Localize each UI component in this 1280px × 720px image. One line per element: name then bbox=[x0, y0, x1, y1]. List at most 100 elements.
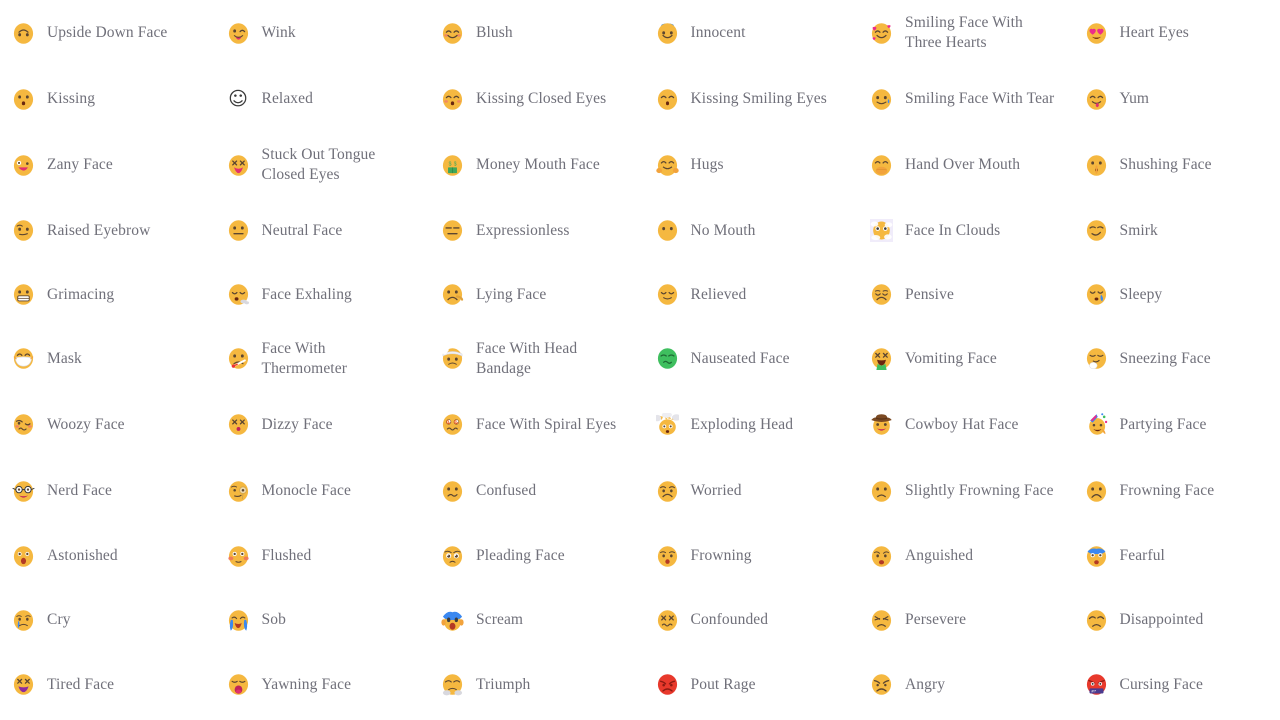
emoji-item[interactable]: Sleepy bbox=[1073, 263, 1280, 326]
emoji-item[interactable]: Blush bbox=[429, 0, 644, 66]
emoji-item[interactable]: Kissing Smiling Eyes bbox=[644, 66, 859, 132]
face-with-spiral-eyes-icon bbox=[441, 413, 464, 436]
partying-face-icon bbox=[1085, 413, 1108, 436]
emoji-label: Smiling Face With Three Hearts bbox=[905, 14, 1023, 51]
emoji-item[interactable]: Pleading Face bbox=[429, 524, 644, 588]
emoji-item[interactable]: Confused bbox=[429, 458, 644, 524]
emoji-item[interactable]: Frowning bbox=[644, 524, 859, 588]
emoji-item[interactable]: Hugs bbox=[644, 132, 859, 198]
no-mouth-icon bbox=[656, 219, 679, 242]
emoji-label: Smirk bbox=[1119, 221, 1158, 239]
emoji-label: Smiling Face With Tear bbox=[905, 90, 1055, 107]
emoji-item[interactable]: Smiling Face With Three Hearts bbox=[858, 0, 1073, 66]
lying-face-icon bbox=[441, 283, 464, 306]
emoji-item[interactable]: Innocent bbox=[644, 0, 859, 66]
emoji-item[interactable]: Neutral Face bbox=[215, 198, 430, 263]
emoji-item[interactable]: Yawning Face bbox=[215, 652, 430, 717]
emoji-item[interactable]: Anguished bbox=[858, 524, 1073, 588]
cursing-face-icon: #!* bbox=[1085, 673, 1108, 696]
emoji-item[interactable]: Pout Rage bbox=[644, 652, 859, 717]
emoji-item[interactable]: Raised Eyebrow bbox=[0, 198, 215, 263]
emoji-item[interactable]: Yum bbox=[1073, 66, 1280, 132]
emoji-label: Dizzy Face bbox=[261, 415, 333, 433]
emoji-item[interactable]: No Mouth bbox=[644, 198, 859, 263]
emoji-label: Zany Face bbox=[47, 156, 113, 173]
emoji-item[interactable]: Upside Down Face bbox=[0, 0, 215, 66]
emoji-item[interactable]: Slightly Frowning Face bbox=[858, 458, 1073, 524]
emoji-item[interactable]: Heart Eyes bbox=[1073, 0, 1280, 66]
scream-icon bbox=[441, 609, 464, 632]
emoji-item[interactable]: Disappointed bbox=[1073, 588, 1280, 652]
hand-over-mouth-icon bbox=[870, 154, 893, 177]
emoji-label: Frowning Face bbox=[1119, 482, 1215, 499]
emoji-label: Persevere bbox=[905, 611, 967, 628]
emoji-item[interactable]: $ $ Money Mouth Face bbox=[429, 132, 644, 198]
emoji-item[interactable]: Scream bbox=[429, 588, 644, 652]
emoji-item[interactable]: Monocle Face bbox=[215, 458, 430, 524]
emoji-item[interactable]: Partying Face bbox=[1073, 391, 1280, 458]
emoji-item[interactable]: Angry bbox=[858, 652, 1073, 717]
emoji-label: Stuck Out Tongue Closed Eyes bbox=[261, 146, 376, 183]
emoji-item[interactable]: Exploding Head bbox=[644, 391, 859, 458]
emoji-item[interactable]: Face In Clouds bbox=[858, 198, 1073, 263]
emoji-item[interactable]: Worried bbox=[644, 458, 859, 524]
emoji-label: Tired Face bbox=[47, 675, 115, 693]
monocle-face-icon bbox=[227, 480, 250, 503]
emoji-item[interactable]: Hand Over Mouth bbox=[858, 132, 1073, 198]
emoji-item[interactable]: Sneezing Face bbox=[1073, 326, 1280, 391]
emoji-label: Worried bbox=[690, 482, 742, 499]
emoji-item[interactable]: Fearful bbox=[1073, 524, 1280, 588]
emoji-item[interactable]: Sob bbox=[215, 588, 430, 652]
emoji-item[interactable]: Face With Spiral Eyes bbox=[429, 391, 644, 458]
emoji-label: Yawning Face bbox=[261, 675, 352, 693]
emoji-item[interactable]: Face With Thermometer bbox=[215, 326, 430, 391]
neutral-face-icon bbox=[227, 219, 250, 242]
expressionless-icon bbox=[441, 219, 464, 242]
svg-text:$: $ bbox=[449, 161, 452, 167]
emoji-item[interactable]: Woozy Face bbox=[0, 391, 215, 458]
emoji-item[interactable]: Dizzy Face bbox=[215, 391, 430, 458]
emoji-item[interactable]: Smirk bbox=[1073, 198, 1280, 263]
svg-text:$: $ bbox=[454, 161, 457, 167]
emoji-item[interactable]: ☺ Relaxed bbox=[215, 66, 430, 132]
emoji-item[interactable]: Pensive bbox=[858, 263, 1073, 326]
emoji-item[interactable]: #!* Cursing Face bbox=[1073, 652, 1280, 717]
confounded-icon bbox=[656, 609, 679, 632]
pleading-face-icon bbox=[441, 545, 464, 568]
emoji-item[interactable]: Stuck Out Tongue Closed Eyes bbox=[215, 132, 430, 198]
stuck-out-tongue-closed-eyes-icon bbox=[227, 154, 250, 177]
emoji-item[interactable]: Mask bbox=[0, 326, 215, 391]
emoji-item[interactable]: Cowboy Hat Face bbox=[858, 391, 1073, 458]
emoji-item[interactable]: Expressionless bbox=[429, 198, 644, 263]
emoji-label: Nauseated Face bbox=[690, 349, 790, 367]
emoji-item[interactable]: Cry bbox=[0, 588, 215, 652]
emoji-item[interactable]: Kissing bbox=[0, 66, 215, 132]
emoji-item[interactable]: Face Exhaling bbox=[215, 263, 430, 326]
emoji-item[interactable]: Nauseated Face bbox=[644, 326, 859, 391]
emoji-item[interactable]: Face With Head Bandage bbox=[429, 326, 644, 391]
emoji-item[interactable]: Grimacing bbox=[0, 263, 215, 326]
emoji-item[interactable]: Kissing Closed Eyes bbox=[429, 66, 644, 132]
emoji-item[interactable]: Astonished bbox=[0, 524, 215, 588]
emoji-item[interactable]: Persevere bbox=[858, 588, 1073, 652]
emoji-item[interactable]: Wink bbox=[215, 0, 430, 66]
emoji-label: Scream bbox=[476, 611, 524, 628]
emoji-item[interactable]: Triumph bbox=[429, 652, 644, 717]
emoji-item[interactable]: Relieved bbox=[644, 263, 859, 326]
emoji-label: Triumph bbox=[476, 675, 531, 693]
emoji-label: Partying Face bbox=[1119, 415, 1207, 433]
emoji-item[interactable]: Vomiting Face bbox=[858, 326, 1073, 391]
emoji-item[interactable]: Zany Face bbox=[0, 132, 215, 198]
emoji-label: Cowboy Hat Face bbox=[905, 415, 1019, 433]
emoji-item[interactable]: Shushing Face bbox=[1073, 132, 1280, 198]
emoji-item[interactable]: Confounded bbox=[644, 588, 859, 652]
emoji-label: Sneezing Face bbox=[1119, 349, 1211, 367]
yawning-face-icon bbox=[227, 673, 250, 696]
raised-eyebrow-icon bbox=[12, 219, 35, 242]
emoji-item[interactable]: Frowning Face bbox=[1073, 458, 1280, 524]
emoji-item[interactable]: Nerd Face bbox=[0, 458, 215, 524]
emoji-item[interactable]: Smiling Face With Tear bbox=[858, 66, 1073, 132]
emoji-item[interactable]: Flushed bbox=[215, 524, 430, 588]
emoji-item[interactable]: Lying Face bbox=[429, 263, 644, 326]
emoji-item[interactable]: Tired Face bbox=[0, 652, 215, 717]
